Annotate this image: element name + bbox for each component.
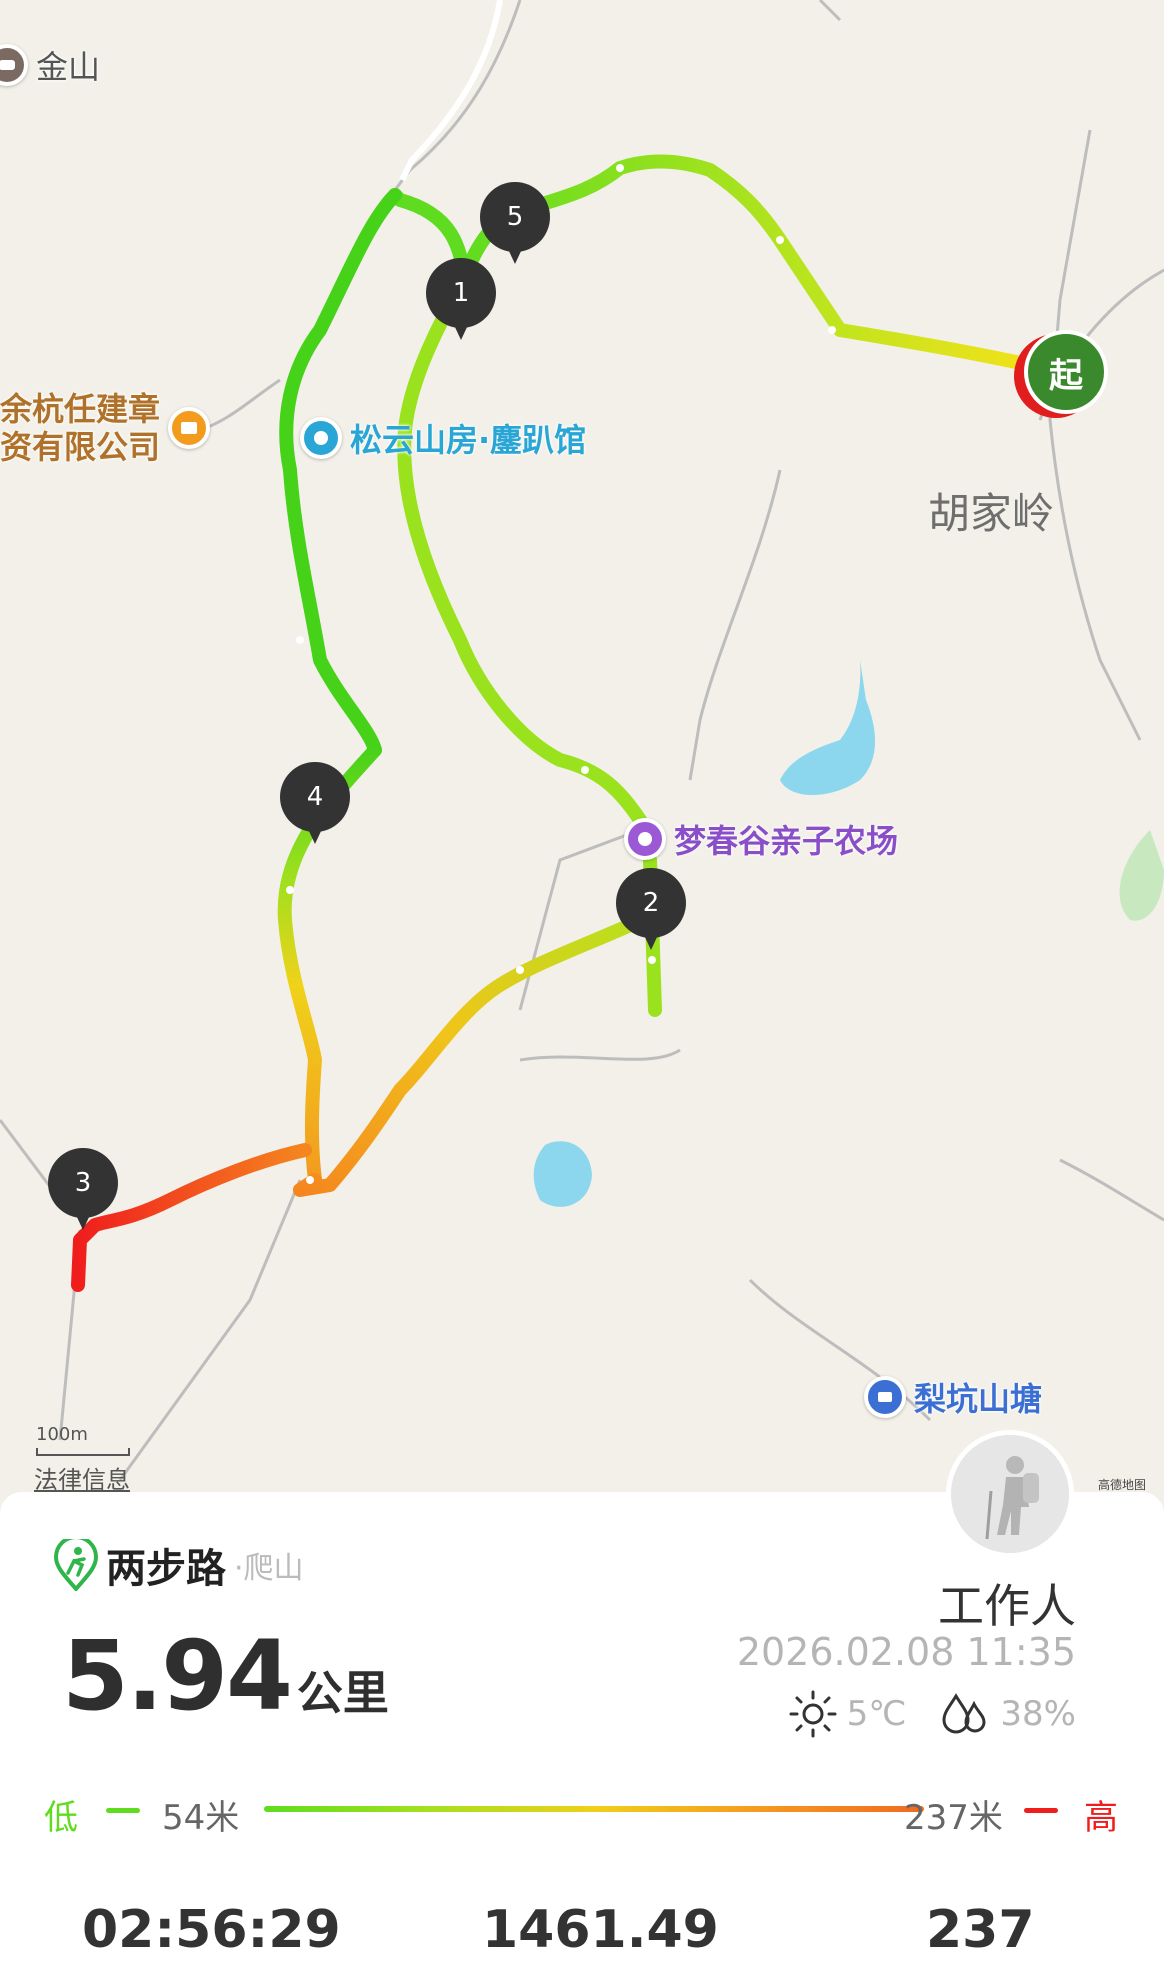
pond-north xyxy=(780,660,876,795)
roads xyxy=(0,0,1164,1481)
pond-south xyxy=(533,1141,592,1207)
map-attribution: 高德地图 xyxy=(1098,1478,1147,1492)
poi-icon xyxy=(300,417,342,459)
poi-label: 梨坑山塘 xyxy=(914,1380,1043,1418)
poi-jinshan[interactable]: 金山 xyxy=(0,42,100,88)
track-marker-3[interactable]: 3 xyxy=(48,1148,118,1236)
poi-label: 余杭任建章 资有限公司 xyxy=(0,390,161,466)
temperature: 5℃ xyxy=(846,1694,907,1734)
distance-unit: 公里 xyxy=(296,1666,389,1720)
map-canvas xyxy=(0,0,1164,1481)
low-dash xyxy=(106,1808,140,1813)
track-marker-4[interactable]: 4 xyxy=(280,762,350,850)
humidity-icon xyxy=(942,1693,986,1734)
distance: 5.94 公里 xyxy=(62,1620,389,1732)
mountain-icon xyxy=(0,44,28,86)
reservoir-icon xyxy=(864,1376,906,1418)
legal-info-link[interactable]: 法律信息 xyxy=(34,1460,130,1495)
poi-company[interactable]: 余杭任建章 资有限公司 xyxy=(0,390,211,466)
poi-label: 梦春谷亲子农场 xyxy=(674,822,899,860)
elevation-max: 237米 xyxy=(904,1798,1003,1838)
place-label-hujialing: 胡家岭 xyxy=(928,489,1055,538)
start-label: 起 xyxy=(1024,330,1108,414)
elevation-legend: 低 54米 237米 高 xyxy=(44,1784,1120,1838)
sun-icon xyxy=(789,1690,837,1738)
screen: 金山 余杭任建章 资有限公司 松云山房·鏖趴馆 胡家岭 梦春谷亲子农场 梨坑山塘… xyxy=(0,0,1164,1976)
company-icon xyxy=(168,407,211,449)
humidity: 38% xyxy=(1000,1694,1076,1734)
stat-duration: 02:56:29 xyxy=(82,1900,341,1960)
datetime: 2026.02.08 11:35 xyxy=(736,1630,1076,1674)
brand-subtitle: ·爬山 xyxy=(234,1551,304,1586)
hiker-avatar-icon xyxy=(951,1435,1069,1553)
track-marker-1[interactable]: 1 xyxy=(426,258,496,346)
poi-songyun[interactable]: 松云山房·鏖趴馆 xyxy=(300,415,586,461)
track-marker-2[interactable]: 2 xyxy=(616,868,686,956)
poi-label: 金山 xyxy=(36,48,101,86)
elevation-gradient xyxy=(264,1806,924,1812)
brand-name: 两步路 xyxy=(106,1546,226,1592)
direction-arrows xyxy=(286,164,836,1184)
poi-label: 松云山房·鏖趴馆 xyxy=(350,421,587,459)
stats-row: 02:56:29 1461.49 237 xyxy=(0,1900,1164,1976)
start-marker[interactable]: 起 xyxy=(1014,330,1108,418)
scale-bar: 100m xyxy=(36,1424,130,1456)
poi-mengchungu[interactable]: 梦春谷亲子农场 xyxy=(624,816,898,862)
high-dash xyxy=(1024,1808,1058,1813)
elevation-min: 54米 xyxy=(162,1798,240,1838)
track-marker-5[interactable]: 5 xyxy=(480,182,550,270)
scale-label: 100m xyxy=(36,1424,88,1445)
avatar[interactable] xyxy=(946,1430,1074,1558)
elevation-high-label: 高 xyxy=(1084,1798,1118,1838)
gps-track xyxy=(71,154,1037,1292)
elevation-low-label: 低 xyxy=(44,1798,78,1838)
user-name: 工作人 xyxy=(938,1579,1076,1633)
stat-max-elevation: 237 xyxy=(926,1900,1035,1960)
distance-value: 5.94 xyxy=(62,1620,293,1732)
track-map[interactable]: 金山 余杭任建章 资有限公司 松云山房·鏖趴馆 胡家岭 梦春谷亲子农场 梨坑山塘… xyxy=(0,0,1164,1500)
poi-icon xyxy=(624,818,666,860)
poi-likeng[interactable]: 梨坑山塘 xyxy=(864,1374,1042,1420)
stat-climb: 1461.49 xyxy=(482,1900,719,1960)
brand: 两步路 ·爬山 xyxy=(54,1536,304,1594)
brand-logo-icon xyxy=(54,1539,98,1591)
weather: 5℃ 38% xyxy=(789,1690,1076,1738)
